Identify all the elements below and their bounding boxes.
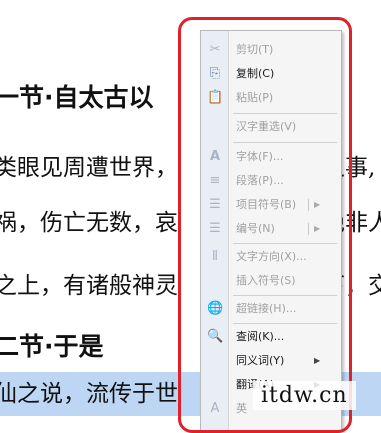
heading-section-2: 二节·于是 — [0, 332, 104, 361]
red-highlight-box — [178, 17, 352, 433]
body-line-1: 类眼见周遭世界， — [0, 155, 178, 181]
watermark-text: itdw.cn — [253, 381, 356, 410]
selected-text: 仙之说，流传于世 — [0, 381, 178, 407]
heading-section-1: 一节·自太古以 — [0, 83, 154, 112]
body-line-2: 祸，伤亡无数，哀 — [0, 210, 178, 236]
body-line-3: 之上，有诸般神灵 — [0, 273, 178, 299]
